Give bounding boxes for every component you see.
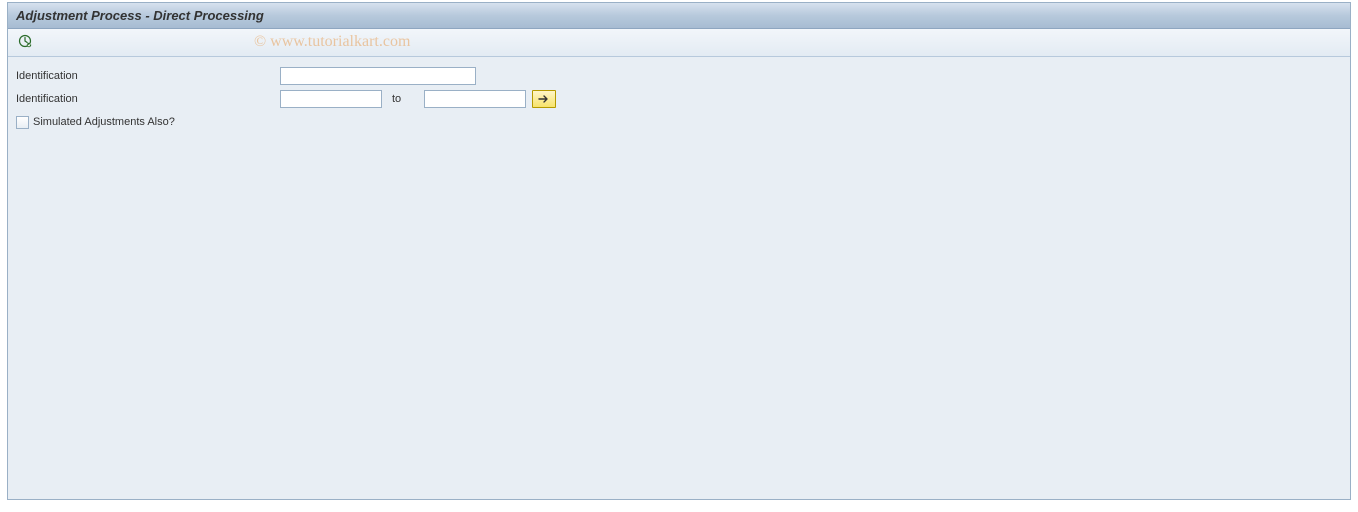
multiple-selection-button[interactable] xyxy=(532,90,556,108)
simulated-adjustments-row: Simulated Adjustments Also? xyxy=(14,111,1344,133)
identification-input[interactable] xyxy=(280,67,476,85)
identification-label-1: Identification xyxy=(14,70,280,82)
title-bar: Adjustment Process - Direct Processing xyxy=(8,3,1350,29)
identification-to-input[interactable] xyxy=(424,90,526,108)
application-toolbar: © www.tutorialkart.com xyxy=(8,29,1350,57)
identification-row-2: Identification to xyxy=(14,88,1344,110)
execute-button[interactable] xyxy=(14,32,36,54)
page-title: Adjustment Process - Direct Processing xyxy=(16,8,264,23)
simulated-adjustments-checkbox[interactable] xyxy=(16,116,29,129)
identification-row-1: Identification xyxy=(14,65,1344,87)
to-label: to xyxy=(382,93,424,105)
arrow-right-icon xyxy=(538,92,550,107)
app-window: Adjustment Process - Direct Processing ©… xyxy=(7,2,1351,500)
watermark-text: © www.tutorialkart.com xyxy=(254,33,410,51)
clock-execute-icon xyxy=(18,34,32,51)
selection-screen: Identification Identification to Simulat… xyxy=(8,57,1350,499)
identification-label-2: Identification xyxy=(14,93,280,105)
simulated-adjustments-label: Simulated Adjustments Also? xyxy=(33,116,175,128)
identification-from-input[interactable] xyxy=(280,90,382,108)
